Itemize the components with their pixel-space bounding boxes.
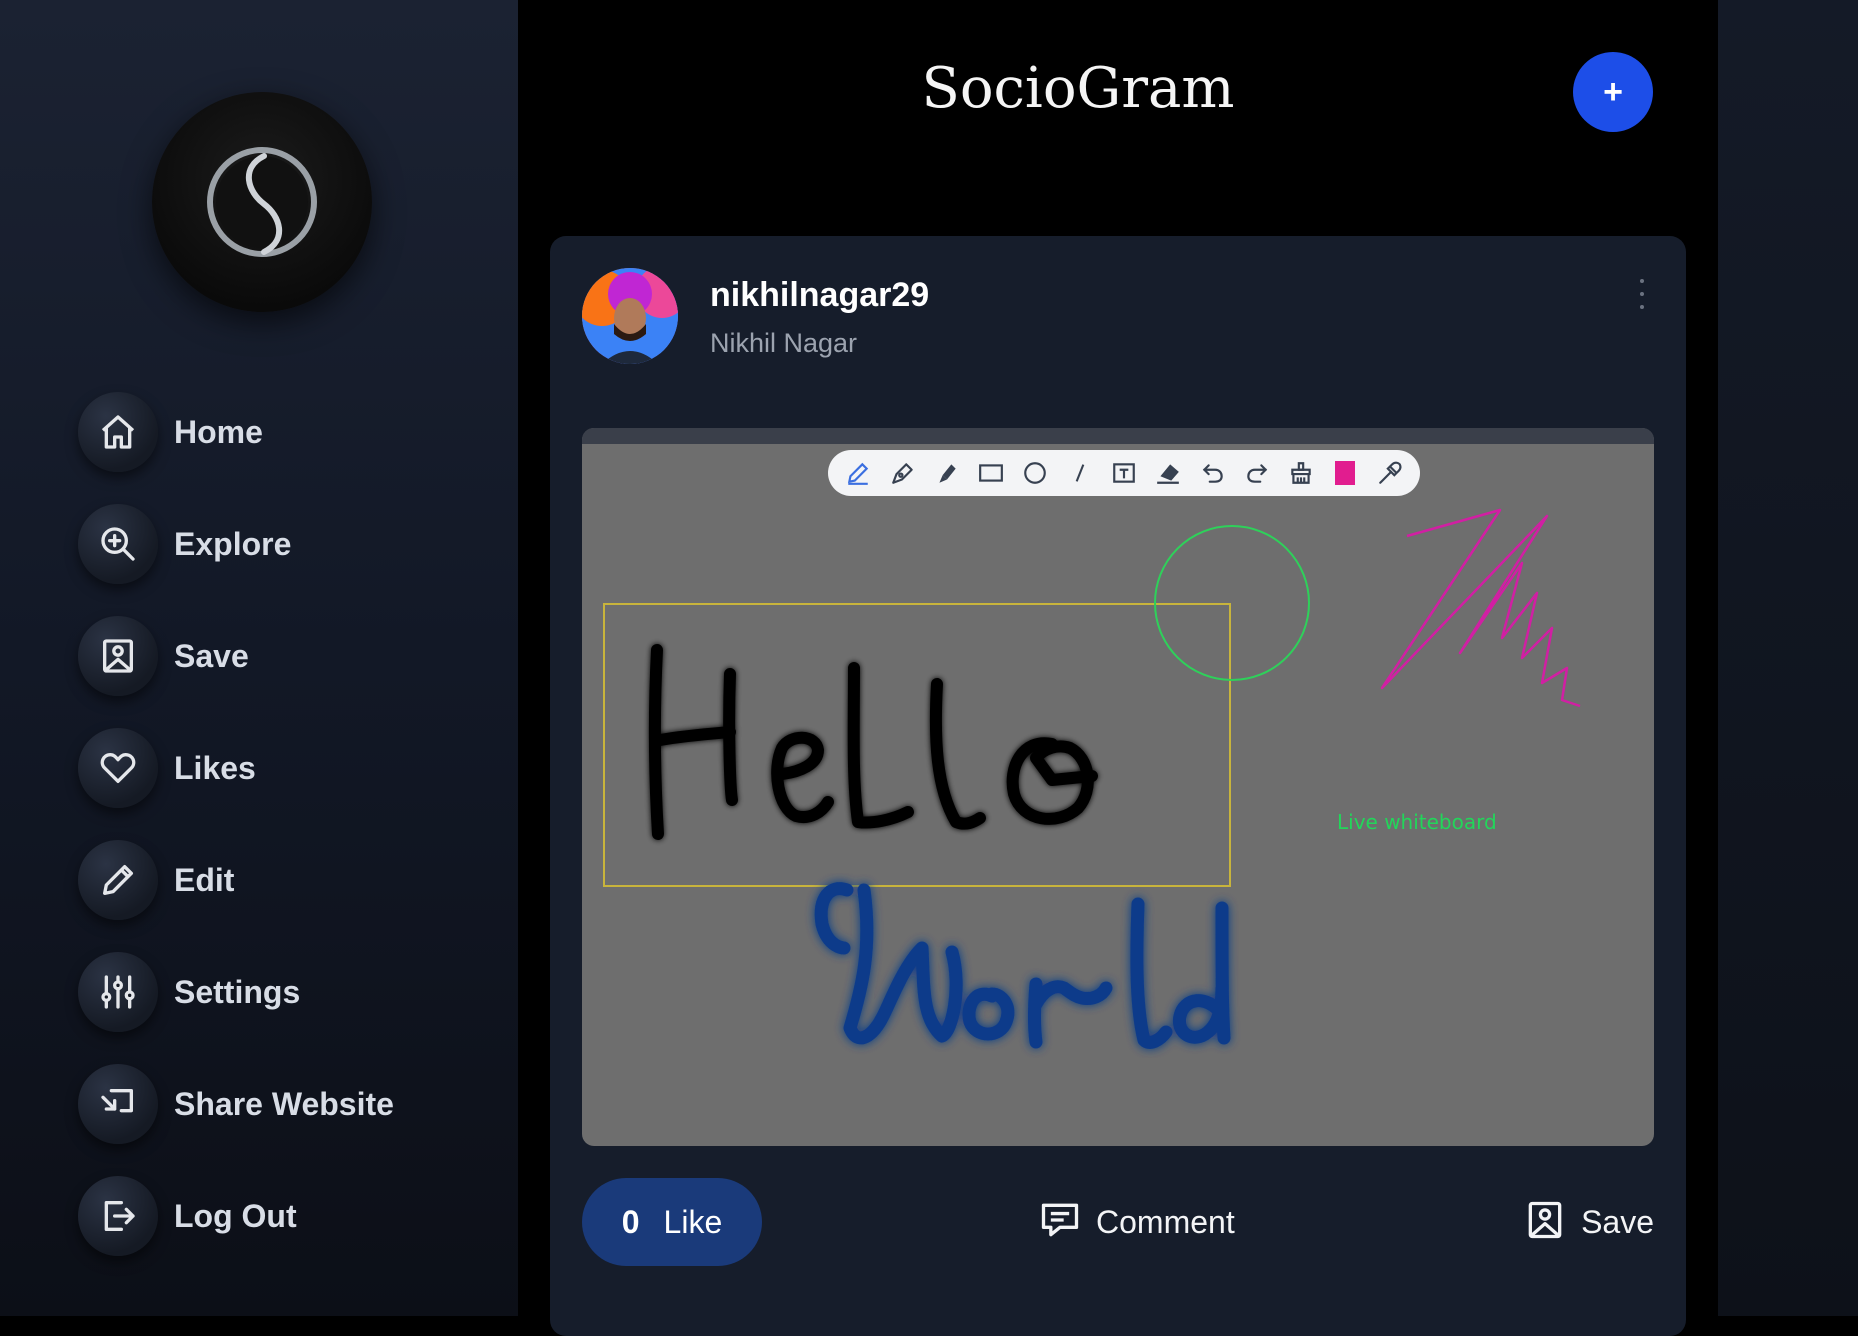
- logout-icon: [78, 1176, 158, 1256]
- like-button[interactable]: 0 Like: [582, 1178, 762, 1266]
- save-post-button[interactable]: Save: [1523, 1198, 1654, 1246]
- heart-icon: [78, 728, 158, 808]
- undo-icon[interactable]: [1199, 459, 1227, 487]
- whiteboard-toolbar: [828, 450, 1420, 496]
- redo-icon[interactable]: [1243, 459, 1271, 487]
- sidebar-item-share-website[interactable]: Share Website: [78, 1064, 394, 1144]
- post-card: nikhilnagar29 Nikhil Nagar Live whiteboa…: [550, 236, 1686, 1336]
- sidebar-item-explore[interactable]: Explore: [78, 504, 291, 584]
- avatar[interactable]: [582, 268, 678, 364]
- post-username[interactable]: nikhilnagar29: [710, 276, 929, 315]
- share-icon: [78, 1064, 158, 1144]
- color-picker-icon[interactable]: [1376, 459, 1404, 487]
- comment-icon: [1038, 1198, 1082, 1247]
- sidebar-item-label: Save: [174, 637, 249, 674]
- sidebar-item-label: Edit: [174, 861, 235, 898]
- app-logo[interactable]: [152, 92, 372, 312]
- pencil-icon: [78, 840, 158, 920]
- comment-button[interactable]: Comment: [1038, 1198, 1235, 1246]
- zoom-in-icon: [78, 504, 158, 584]
- sidebar-item-likes[interactable]: Likes: [78, 728, 256, 808]
- more-options-icon[interactable]: [1630, 274, 1654, 314]
- text-icon[interactable]: [1110, 459, 1138, 487]
- post-full-name: Nikhil Nagar: [710, 328, 858, 358]
- sidebar-item-label: Settings: [174, 973, 301, 1010]
- post-actions: 0 Like Comment Save: [582, 1178, 1654, 1266]
- sidebar-item-settings[interactable]: Settings: [78, 952, 300, 1032]
- sidebar-item-log-out[interactable]: Log Out: [78, 1176, 297, 1256]
- like-count: 0: [621, 1203, 640, 1240]
- line-icon[interactable]: [1066, 459, 1094, 487]
- comment-label: Comment: [1096, 1203, 1235, 1240]
- right-gutter: [1718, 0, 1858, 1316]
- like-label: Like: [663, 1203, 723, 1240]
- color-swatch[interactable]: [1331, 459, 1359, 487]
- pen-icon[interactable]: [889, 459, 917, 487]
- sidebar-item-label: Home: [174, 413, 263, 450]
- home-icon: [78, 392, 158, 472]
- bookmark-icon: [78, 616, 158, 696]
- sidebar-item-home[interactable]: Home: [78, 392, 263, 472]
- add-post-button[interactable]: +: [1573, 52, 1653, 132]
- whiteboard-drawing: [603, 508, 1581, 1049]
- sidebar-item-label: Likes: [174, 749, 256, 786]
- sidebar-item-label: Share Website: [174, 1085, 394, 1122]
- rectangle-icon[interactable]: [977, 459, 1005, 487]
- clear-icon[interactable]: [1287, 459, 1315, 487]
- sliders-icon: [78, 952, 158, 1032]
- whiteboard-canvas[interactable]: Live whiteboard: [582, 428, 1654, 1146]
- bookmark-icon: [1523, 1198, 1567, 1247]
- pencil-icon[interactable]: [844, 459, 872, 487]
- sidebar-item-edit[interactable]: Edit: [78, 840, 234, 920]
- sidebar-item-label: Explore: [174, 525, 292, 562]
- app-title: SocioGram: [921, 56, 1235, 121]
- sidebar: Home Explore Save Likes Edit Settings Sh…: [0, 0, 518, 1316]
- save-label: Save: [1581, 1203, 1654, 1240]
- sidebar-item-label: Log Out: [174, 1197, 297, 1234]
- main-feed: SocioGram + nikhilnagar29 Nikhil Nagar L…: [518, 0, 1718, 1336]
- whiteboard-live-label: Live whiteboard: [1337, 810, 1497, 834]
- eraser-icon[interactable]: [1154, 459, 1182, 487]
- sidebar-item-save[interactable]: Save: [78, 616, 249, 696]
- circle-icon[interactable]: [1021, 459, 1049, 487]
- highlighter-icon[interactable]: [933, 459, 961, 487]
